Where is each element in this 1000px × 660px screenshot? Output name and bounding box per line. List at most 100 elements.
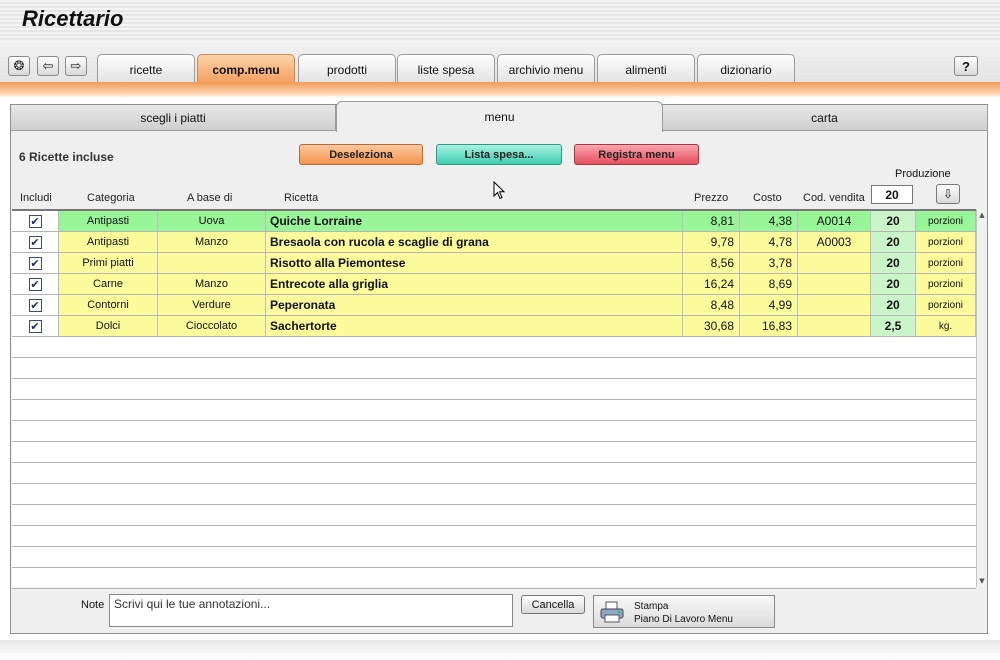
save-menu-button[interactable]: Registra menu [574,144,699,165]
print-label-line1: Stampa [634,601,669,612]
cell-qty[interactable]: 20 [871,274,916,294]
include-cell: ✔ [12,274,59,294]
deselect-button[interactable]: Deseleziona [299,144,423,165]
cell-unit: porzioni [916,295,976,315]
app-title: Ricettario [22,6,124,31]
table-row[interactable]: ✔ Antipasti Uova Quiche Lorraine 8,81 4,38 A00… [12,211,976,232]
subtab-label: menu [484,110,515,124]
tab-alimenti[interactable]: alimenti [597,54,695,82]
include-cell: ✔ [12,211,59,231]
arrow-right-icon: ⇨ [70,58,82,74]
print-menu-button[interactable]: Stampa Piano Di Lavoro Menu [593,595,775,628]
tab-archivio-menu[interactable]: archivio menu [497,54,595,82]
status-bar [0,640,1000,660]
cell-code: A0003 [798,232,871,252]
title-bar: Ricettario [0,0,1000,40]
cell-qty[interactable]: 20 [871,232,916,252]
cell-price: 30,68 [683,316,740,336]
include-cell: ✔ [12,232,59,252]
production-input[interactable]: 20 [871,185,913,204]
main-navbar: ❂ ⇦ ⇨ ricette comp.menu prodotti liste spes… [0,40,1000,82]
arrow-down-icon: ⇩ [942,187,954,201]
cell-unit: porzioni [916,232,976,252]
tab-comp-menu[interactable]: comp.menu [197,54,295,82]
empty-row [12,547,976,568]
cell-price: 8,48 [683,295,740,315]
tab-label: archivio menu [508,63,584,77]
include-checkbox[interactable]: ✔ [28,298,42,312]
included-count: 6 Ricette incluse [19,150,114,164]
cell-base: Cioccolato [158,316,266,336]
tab-dizionario[interactable]: dizionario [697,54,795,82]
cell-qty[interactable]: 20 [871,253,916,273]
home-button[interactable]: ❂ [8,56,30,76]
cell-price: 16,24 [683,274,740,294]
table-row[interactable]: ✔ Primi piatti Risotto alla Piemontese 8,56… [12,253,976,274]
include-checkbox[interactable]: ✔ [28,256,42,270]
shopping-list-button[interactable]: Lista spesa... [436,144,562,165]
back-button[interactable]: ⇦ [37,56,59,76]
table-row[interactable]: ✔ Carne Manzo Entrecote alla griglia 16,24 8,… [12,274,976,295]
scroll-up-icon[interactable]: ▲ [977,210,987,220]
cancel-notes-button[interactable]: Cancella [521,595,585,614]
cell-base [158,253,266,273]
table-row[interactable]: ✔ Dolci Cioccolato Sachertorte 30,68 16,83 2,5… [12,316,976,337]
cell-unit: porzioni [916,211,976,231]
cell-qty[interactable]: 20 [871,295,916,315]
cell-cost: 8,69 [740,274,798,294]
cell-cost: 4,99 [740,295,798,315]
tab-label: prodotti [326,63,368,77]
table-scrollbar[interactable]: ▲ ▼ [976,209,987,587]
include-cell: ✔ [12,316,59,336]
cell-unit: kg. [916,316,976,336]
subtab-menu[interactable]: menu [336,101,663,132]
cell-code [798,316,871,336]
help-button[interactable]: ? [954,56,978,76]
include-cell: ✔ [12,253,59,273]
include-checkbox[interactable]: ✔ [28,277,42,291]
empty-row [12,463,976,484]
subtab-label: scegli i piatti [140,110,206,125]
empty-row [12,400,976,421]
cell-base: Uova [158,211,266,231]
cell-category: Carne [59,274,158,294]
include-cell: ✔ [12,295,59,315]
cell-base: Manzo [158,274,266,294]
tab-ricette[interactable]: ricette [97,54,195,82]
cell-code [798,274,871,294]
empty-row [12,526,976,547]
tab-liste-spesa[interactable]: liste spesa [397,54,495,82]
subtab-label: carta [811,110,838,125]
tab-label: alimenti [625,63,667,77]
table-row[interactable]: ✔ Contorni Verdure Peperonata 8,48 4,99 20 porz… [12,295,976,316]
empty-row [12,358,976,379]
subtab-scegli-piatti[interactable]: scegli i piatti [11,105,336,131]
tab-underline-bar [0,82,1000,98]
empty-row [12,379,976,400]
cell-cost: 4,78 [740,232,798,252]
printer-icon [600,601,624,623]
apply-production-button[interactable]: ⇩ [936,184,960,204]
cell-category: Antipasti [59,232,158,252]
notes-field[interactable]: Scrivi qui le tue annotazioni... [109,594,513,627]
subtab-carta[interactable]: carta [662,105,988,131]
header-base: A base di [187,192,233,204]
cell-category: Contorni [59,295,158,315]
include-checkbox[interactable]: ✔ [28,319,42,333]
include-checkbox[interactable]: ✔ [28,214,42,228]
header-price: Prezzo [694,192,729,204]
cell-recipe: Entrecote alla griglia [266,274,683,294]
scroll-down-icon[interactable]: ▼ [977,576,987,586]
include-checkbox[interactable]: ✔ [28,235,42,249]
recipe-table: ✔ Antipasti Uova Quiche Lorraine 8,81 4,38 A00… [12,209,976,589]
cell-qty[interactable]: 20 [871,211,916,231]
cell-recipe: Sachertorte [266,316,683,336]
cell-category: Antipasti [59,211,158,231]
tab-label: comp.menu [212,63,280,77]
cell-code [798,253,871,273]
cell-code [798,295,871,315]
table-row[interactable]: ✔ Antipasti Manzo Bresaola con rucola e sca… [12,232,976,253]
tab-prodotti[interactable]: prodotti [298,54,396,82]
cell-qty[interactable]: 2,5 [871,316,916,336]
forward-button[interactable]: ⇨ [65,56,87,76]
